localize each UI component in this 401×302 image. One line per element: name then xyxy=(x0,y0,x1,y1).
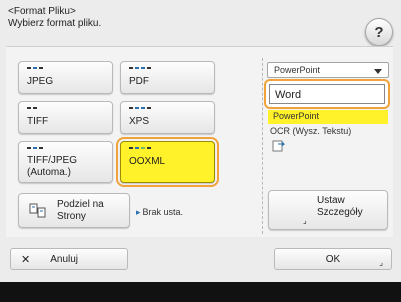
help-icon: ? xyxy=(374,23,384,41)
split-pages-status-text: Brak usta. xyxy=(142,207,184,217)
set-details-line2: Szczegóły xyxy=(317,207,363,218)
format-pdf-label: PDF xyxy=(129,76,149,87)
format-xps-button[interactable]: XPS xyxy=(120,101,215,134)
page-title: <Format Pliku> xyxy=(8,6,76,17)
office-format-dropdown-value: PowerPoint xyxy=(274,65,321,75)
status-arrow-icon: ▸ xyxy=(136,207,141,217)
format-ooxml-label: OOXML xyxy=(129,156,166,167)
document-icon xyxy=(272,140,286,152)
ooxml-format-icon xyxy=(129,147,151,149)
corner-arrow-icon: ⌟ xyxy=(379,258,383,267)
office-format-dropdown[interactable]: PowerPoint xyxy=(267,62,389,78)
page-header: <Format Pliku> Wybierz format pliku. xyxy=(8,6,101,30)
bottom-status-bar xyxy=(0,282,401,302)
format-ooxml-button[interactable]: OOXML xyxy=(120,141,215,183)
cancel-label: Anuluj xyxy=(50,253,79,265)
format-tiff-button[interactable]: TIFF xyxy=(18,101,113,134)
tiff-format-icon xyxy=(27,107,37,109)
format-pdf-button[interactable]: PDF xyxy=(120,61,215,94)
format-tiff-label: TIFF xyxy=(27,116,49,127)
split-pages-icon xyxy=(29,203,46,218)
close-icon: ✕ xyxy=(21,253,31,266)
option-powerpoint[interactable]: PowerPoint xyxy=(268,110,388,124)
pdf-format-icon xyxy=(129,67,151,69)
chevron-down-icon xyxy=(374,69,382,74)
format-tiff-jpeg-line2: (Automa.) xyxy=(27,167,71,178)
format-tiff-jpeg-label: TIFF/JPEG (Automa.) xyxy=(27,155,106,179)
corner-arrow-icon: ⌟ xyxy=(303,216,307,225)
option-word-label: Word xyxy=(275,89,302,101)
format-xps-label: XPS xyxy=(129,116,150,127)
page-subtitle: Wybierz format pliku. xyxy=(8,18,102,29)
format-jpeg-button[interactable]: JPEG xyxy=(18,61,113,94)
split-pages-line1: Podziel na xyxy=(57,199,104,210)
format-jpeg-label: JPEG xyxy=(27,76,54,87)
jpeg-format-icon xyxy=(27,67,43,69)
split-pages-status: ▸ Brak usta. xyxy=(136,207,183,218)
format-tiff-jpeg-button[interactable]: TIFF/JPEG (Automa.) xyxy=(18,141,113,183)
help-button[interactable]: ? xyxy=(365,18,393,46)
split-pages-button[interactable]: Podziel na Strony xyxy=(18,193,130,228)
panel-divider xyxy=(262,58,263,234)
tiff-jpeg-format-icon xyxy=(27,147,43,149)
ok-label: OK xyxy=(325,253,341,265)
format-tiff-jpeg-line1: TIFF/JPEG xyxy=(27,155,77,166)
set-details-line1: Ustaw xyxy=(317,195,345,206)
xps-format-icon xyxy=(129,107,151,109)
option-word-box: Word xyxy=(269,84,385,104)
set-details-button[interactable]: Ustaw Szczegóły ⌟ xyxy=(268,190,388,230)
cancel-button[interactable]: ✕ Anuluj xyxy=(10,248,128,270)
option-word[interactable]: Word xyxy=(264,79,390,109)
option-powerpoint-label: PowerPoint xyxy=(273,111,320,121)
ocr-label: OCR (Wysz. Tekstu) xyxy=(270,126,352,136)
ok-button[interactable]: OK ⌟ xyxy=(274,248,392,270)
split-pages-line2: Strony xyxy=(57,211,86,222)
